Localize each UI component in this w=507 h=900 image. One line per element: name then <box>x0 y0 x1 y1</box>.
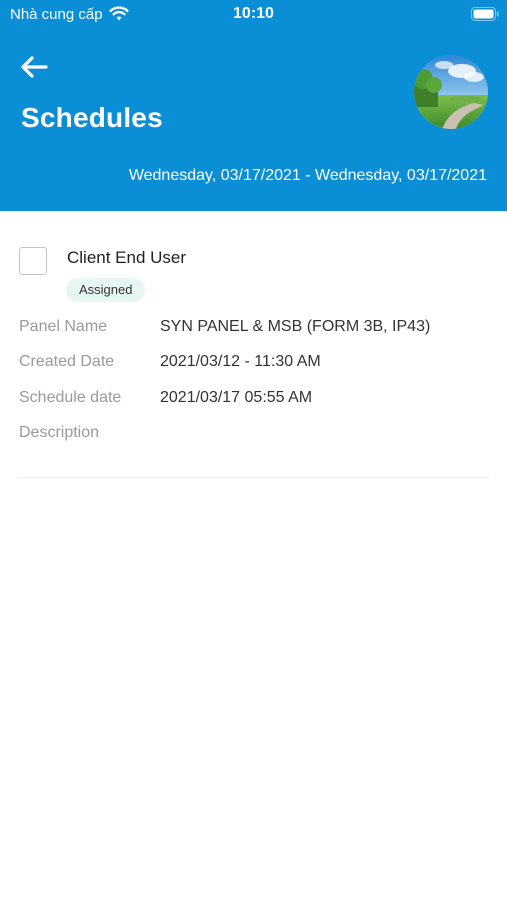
detail-value: 2021/03/17 05:55 AM <box>160 389 313 406</box>
detail-label: Panel Name <box>19 318 108 335</box>
detail-row-panel-name: Panel Name SYN PANEL & MSB (FORM 3B, IP4… <box>19 318 489 342</box>
battery-icon <box>471 7 499 21</box>
select-checkbox[interactable] <box>19 247 47 275</box>
header: Nhà cung cấp 10:10 Schedules Wednesday, … <box>0 0 507 211</box>
detail-label: Description <box>19 424 100 441</box>
date-range: Wednesday, 03/17/2021 - Wednesday, 03/17… <box>128 167 487 184</box>
landscape-avatar <box>414 55 488 129</box>
detail-value: 2021/03/12 - 11:30 AM <box>160 353 321 370</box>
arrow-left-icon <box>21 56 48 78</box>
divider <box>19 477 489 478</box>
page-title: Schedules <box>21 102 163 133</box>
detail-row-description: Description <box>19 424 489 448</box>
status-bar: Nhà cung cấp 10:10 <box>0 0 507 30</box>
detail-row-created-date: Created Date 2021/03/12 - 11:30 AM <box>19 353 489 377</box>
detail-value: SYN PANEL & MSB (FORM 3B, IP43) <box>160 318 431 335</box>
detail-label: Created Date <box>19 353 115 370</box>
avatar[interactable] <box>414 55 488 129</box>
clock: 10:10 <box>233 5 274 22</box>
detail-label: Schedule date <box>19 389 122 406</box>
client-name: Client End User <box>67 248 187 267</box>
back-button[interactable] <box>20 52 56 82</box>
status-badge: Assigned <box>66 278 146 302</box>
detail-row-schedule-date: Schedule date 2021/03/17 05:55 AM <box>19 389 489 413</box>
